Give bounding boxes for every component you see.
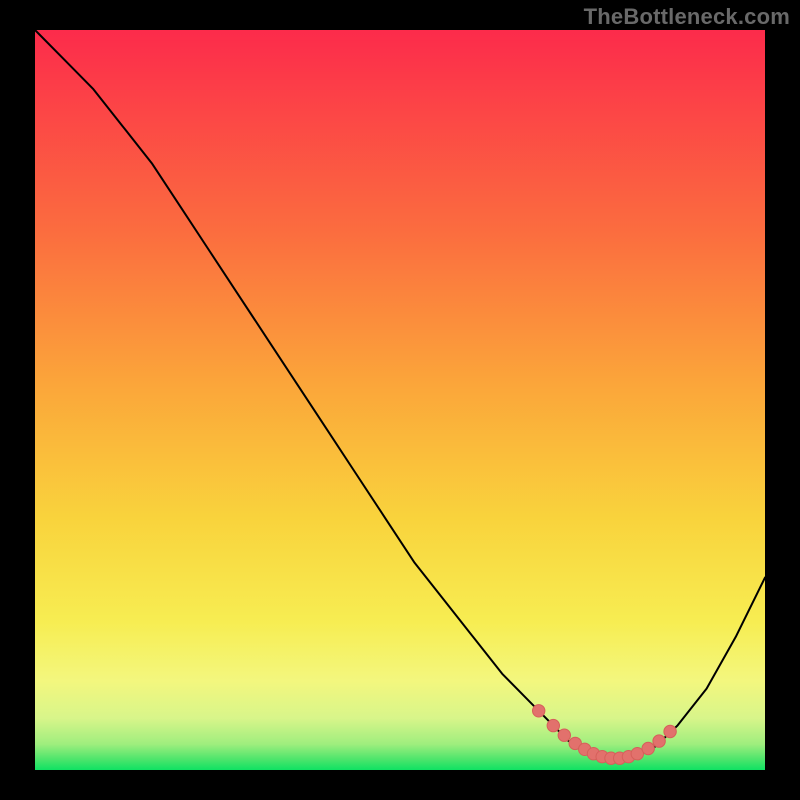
- watermark-text: TheBottleneck.com: [584, 4, 790, 30]
- optimal-marker: [558, 729, 570, 741]
- plot-background: [35, 30, 765, 770]
- bottleneck-chart: [0, 0, 800, 800]
- chart-stage: TheBottleneck.com: [0, 0, 800, 800]
- optimal-marker: [642, 742, 654, 754]
- optimal-marker: [653, 735, 665, 747]
- optimal-marker: [533, 705, 545, 717]
- optimal-marker: [547, 719, 559, 731]
- optimal-marker: [664, 725, 676, 737]
